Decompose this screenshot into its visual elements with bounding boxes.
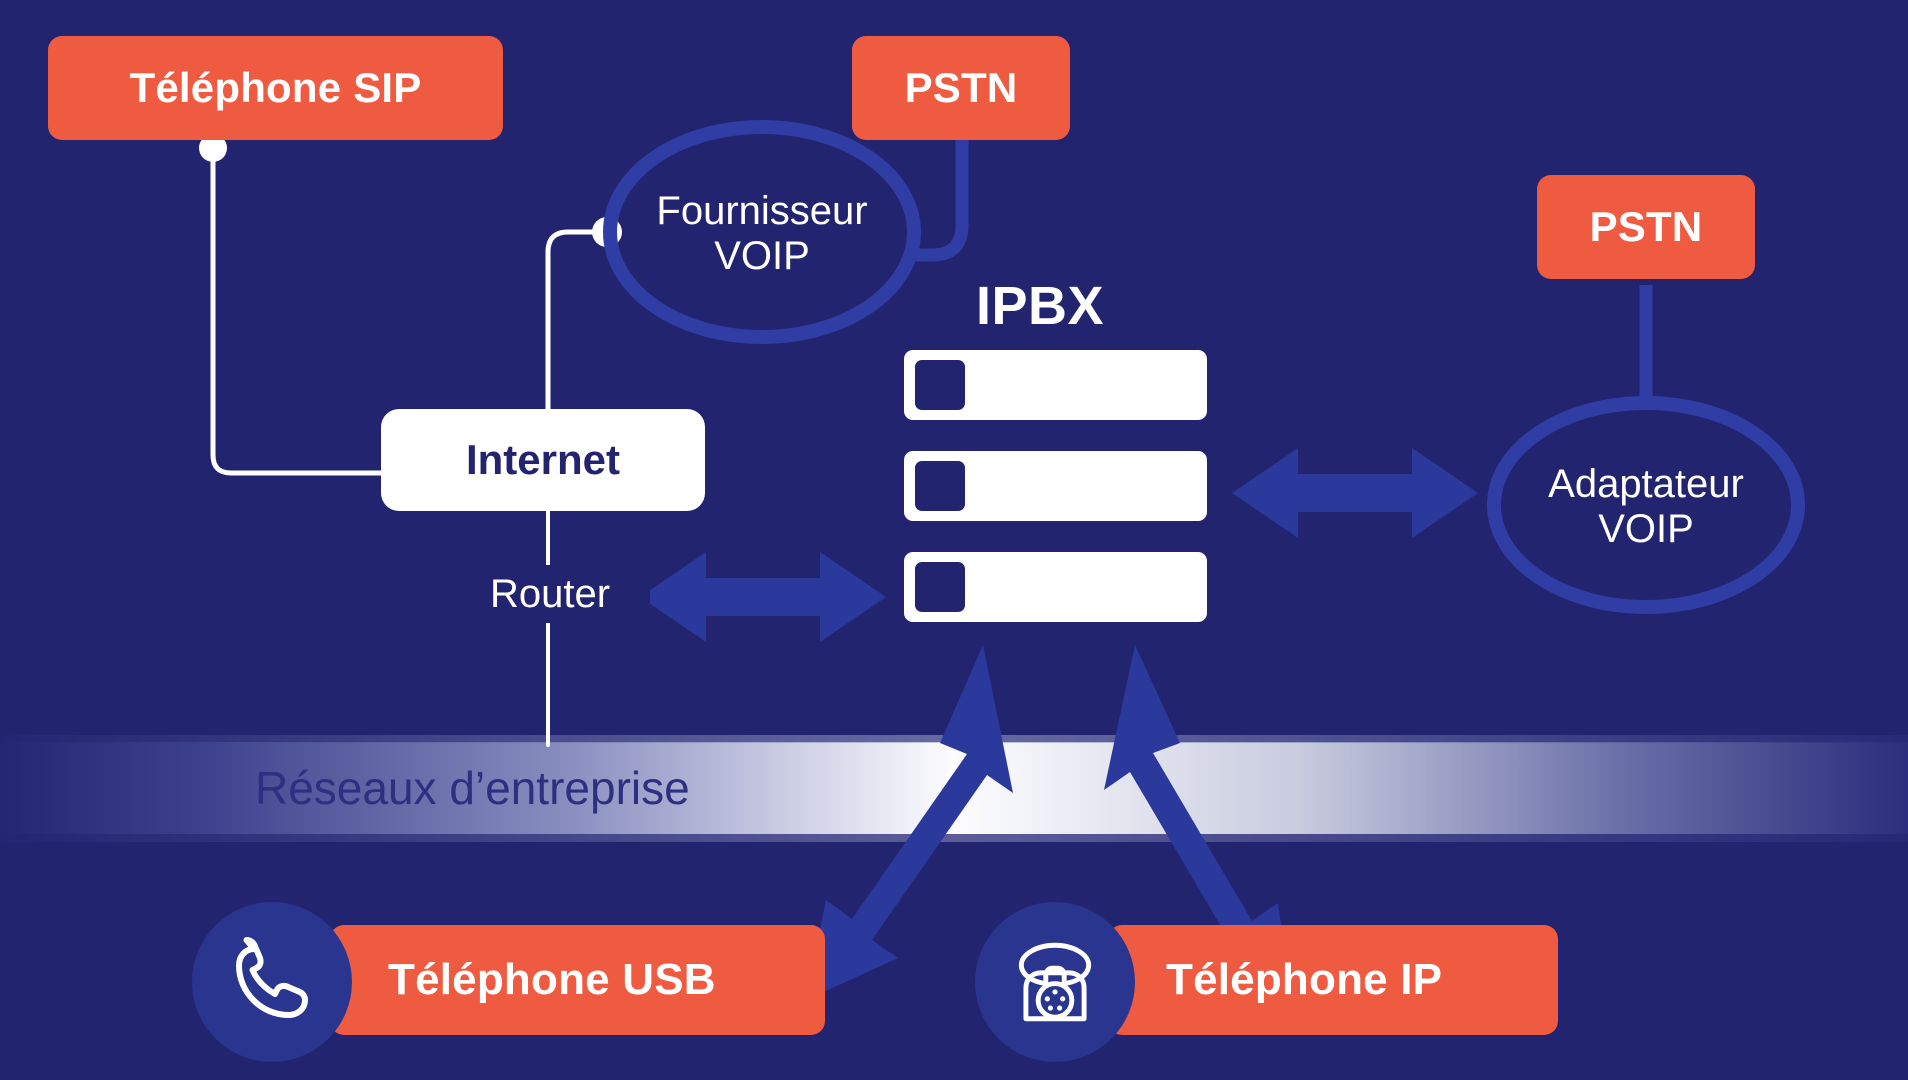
pstn-right-label: PSTN: [1589, 203, 1703, 250]
node-telephone-ip[interactable]: Téléphone IP: [1108, 925, 1558, 1035]
desk-phone-icon: [975, 902, 1135, 1062]
node-enterprise-network-label: Réseaux d’entreprise: [255, 755, 775, 821]
adaptateur-voip-label-line1: Adaptateur: [1548, 462, 1744, 507]
network-diagram: Téléphone SIP PSTN PSTN Fournisseur VOIP…: [0, 0, 1908, 1080]
telephone-ip-label: Téléphone IP: [1166, 955, 1443, 1004]
adaptateur-voip-label-line2: VOIP: [1598, 507, 1694, 551]
ipbx-rack-chip-1: [915, 360, 965, 410]
line-sip-internet: [210, 117, 385, 476]
node-ipbx-rack[interactable]: [904, 350, 1207, 635]
node-adaptateur-voip[interactable]: Adaptateur VOIP: [1506, 455, 1786, 559]
telephone-usb-label: Téléphone USB: [388, 955, 716, 1004]
line-internet-fournisseur: [545, 229, 607, 421]
enterprise-network-label-text: Réseaux d’entreprise: [255, 762, 690, 814]
telephone-sip-label: Téléphone SIP: [129, 64, 422, 111]
node-ipbx-title: IPBX: [900, 275, 1180, 337]
phone-handset-icon: [192, 902, 352, 1062]
node-telephone-usb[interactable]: Téléphone USB: [330, 925, 825, 1035]
router-label: Router: [489, 571, 611, 616]
fournisseur-voip-label-line1: Fournisseur: [656, 189, 868, 234]
ipbx-label: IPBX: [975, 276, 1105, 336]
arrow-ipbx-adaptateur: [1232, 448, 1478, 538]
ipbx-rack-row-3: [904, 552, 1207, 622]
ipbx-rack-row-2: [904, 451, 1207, 521]
node-internet[interactable]: Internet: [381, 409, 705, 511]
ipbx-rack-chip-3: [915, 562, 965, 612]
pstn-top-label: PSTN: [904, 64, 1018, 111]
arrow-router-ipbx: [640, 552, 886, 642]
internet-label: Internet: [465, 436, 620, 483]
ipbx-rack-row-1: [904, 350, 1207, 420]
node-telephone-sip[interactable]: Téléphone SIP: [48, 36, 503, 140]
node-router[interactable]: Router: [450, 565, 650, 623]
node-pstn-right[interactable]: PSTN: [1537, 175, 1755, 279]
node-fournisseur-voip[interactable]: Fournisseur VOIP: [622, 182, 902, 286]
ipbx-rack-chip-2: [915, 461, 965, 511]
fournisseur-voip-label-line2: VOIP: [714, 234, 810, 278]
node-pstn-top[interactable]: PSTN: [852, 36, 1070, 140]
